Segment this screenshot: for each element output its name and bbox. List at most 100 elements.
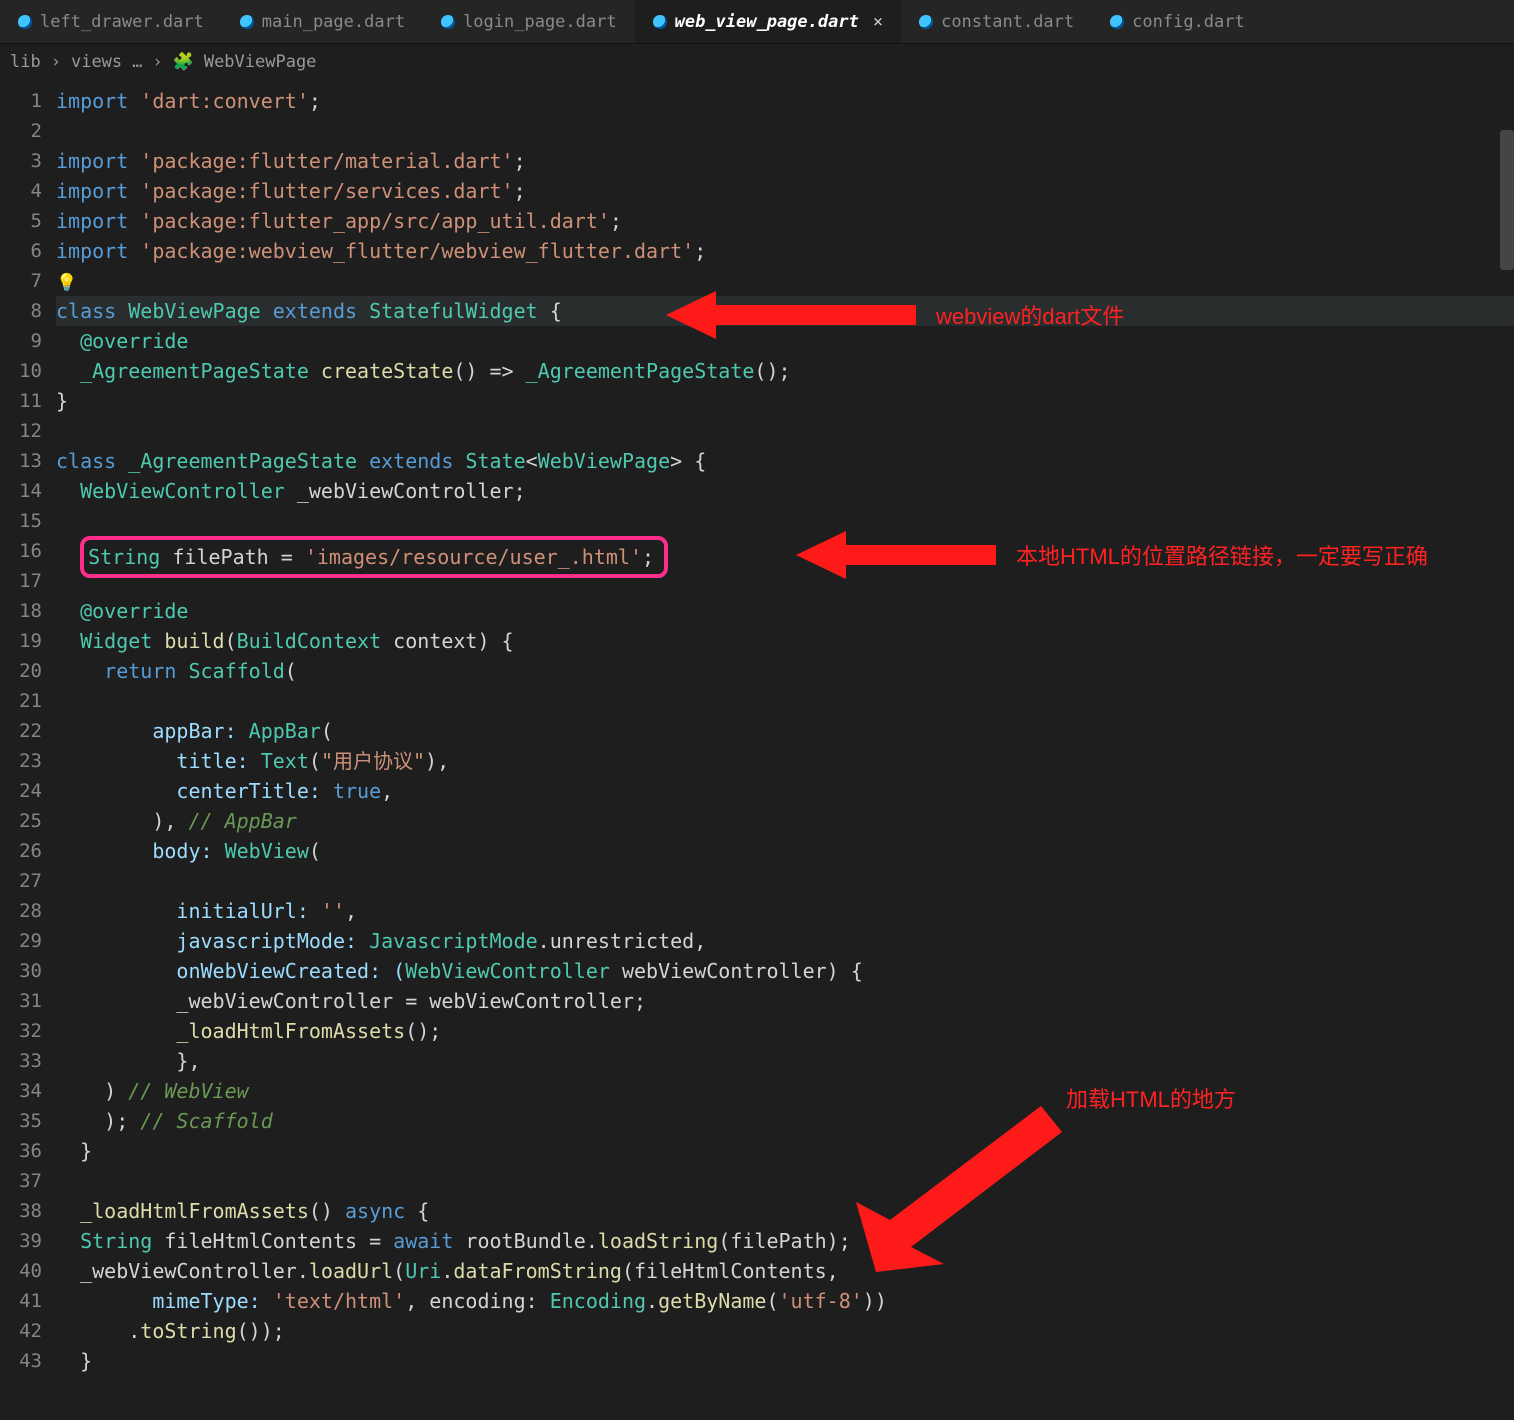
tab-label: main_page.dart [262, 12, 405, 32]
line-number: 36 [0, 1136, 56, 1166]
editor[interactable]: 1234567891011121314151617181920212223242… [0, 80, 1514, 1420]
code-line: class WebViewPage extends StatefulWidget… [56, 296, 1514, 326]
code-line: } [56, 386, 1514, 416]
line-number: 20 [0, 656, 56, 686]
code-line: return Scaffold( [56, 656, 1514, 686]
code-line [56, 1166, 1514, 1196]
tab-web-view-page[interactable]: web_view_page.dart × [635, 0, 901, 43]
line-number: 4 [0, 176, 56, 206]
code-line [56, 506, 1514, 536]
code-line: .toString()); [56, 1316, 1514, 1346]
dart-icon [18, 15, 32, 29]
tab-main-page[interactable]: main_page.dart [222, 0, 423, 43]
code-line: WebViewController _webViewController; [56, 476, 1514, 506]
breadcrumb[interactable]: lib › views … › 🧩 WebViewPage [0, 44, 1514, 80]
chevron-right-icon: › [152, 52, 162, 72]
crumb-ellipsis: … [132, 52, 142, 72]
highlight-box: String filePath = 'images/resource/user_… [80, 536, 668, 578]
line-number: 1 [0, 86, 56, 116]
code-line: _AgreementPageState createState() => _Ag… [56, 356, 1514, 386]
line-number: 38 [0, 1196, 56, 1226]
line-number: 6 [0, 236, 56, 266]
line-number: 32 [0, 1016, 56, 1046]
code-line: javascriptMode: JavascriptMode.unrestric… [56, 926, 1514, 956]
line-number: 9 [0, 326, 56, 356]
line-number: 25 [0, 806, 56, 836]
line-number: 21 [0, 686, 56, 716]
scrollbar-thumb[interactable] [1500, 130, 1514, 270]
code-line: body: WebView( [56, 836, 1514, 866]
tab-label: config.dart [1132, 12, 1245, 32]
tab-config[interactable]: config.dart [1092, 0, 1263, 43]
code-line: } [56, 1346, 1514, 1376]
line-number-gutter: 1234567891011121314151617181920212223242… [0, 80, 56, 1420]
code-line-highlighted: String filePath = 'images/resource/user_… [56, 536, 1514, 566]
tab-left-drawer[interactable]: left_drawer.dart [0, 0, 222, 43]
code-line: initialUrl: '', [56, 896, 1514, 926]
code-line: title: Text("用户协议"), [56, 746, 1514, 776]
tab-label: left_drawer.dart [40, 12, 204, 32]
code-line: _webViewController.loadUrl(Uri.dataFromS… [56, 1256, 1514, 1286]
tab-label: constant.dart [941, 12, 1074, 32]
code-line: import 'package:webview_flutter/webview_… [56, 236, 1514, 266]
editor-tabs: left_drawer.dart main_page.dart login_pa… [0, 0, 1514, 44]
code-line: String fileHtmlContents = await rootBund… [56, 1226, 1514, 1256]
line-number: 28 [0, 896, 56, 926]
line-number: 29 [0, 926, 56, 956]
code-line [56, 116, 1514, 146]
code-line: centerTitle: true, [56, 776, 1514, 806]
code-area[interactable]: webview的dart文件 本地HTML的位置路径链接，一定要写正确 加载HT… [56, 80, 1514, 1420]
line-number: 33 [0, 1046, 56, 1076]
tab-login-page[interactable]: login_page.dart [423, 0, 635, 43]
code-line [56, 686, 1514, 716]
dart-icon [1110, 15, 1124, 29]
line-number: 23 [0, 746, 56, 776]
line-number: 41 [0, 1286, 56, 1316]
line-number: 26 [0, 836, 56, 866]
code-line: 💡 [56, 266, 1514, 296]
dart-icon [441, 15, 455, 29]
code-line: import 'package:flutter/material.dart'; [56, 146, 1514, 176]
code-line: import 'dart:convert'; [56, 86, 1514, 116]
crumb-class: WebViewPage [204, 52, 317, 72]
code-line: _loadHtmlFromAssets(); [56, 1016, 1514, 1046]
class-icon: 🧩 [173, 52, 194, 72]
line-number: 43 [0, 1346, 56, 1376]
code-line: class _AgreementPageState extends State<… [56, 446, 1514, 476]
line-number: 16 [0, 536, 56, 566]
line-number: 7 [0, 266, 56, 296]
code-line: _loadHtmlFromAssets() async { [56, 1196, 1514, 1226]
code-line: _webViewController = webViewController; [56, 986, 1514, 1016]
code-line: onWebViewCreated: (WebViewController web… [56, 956, 1514, 986]
crumb-folder: views [71, 52, 122, 72]
line-number: 31 [0, 986, 56, 1016]
code-line: mimeType: 'text/html', encoding: Encodin… [56, 1286, 1514, 1316]
line-number: 37 [0, 1166, 56, 1196]
tab-constant[interactable]: constant.dart [901, 0, 1092, 43]
line-number: 35 [0, 1106, 56, 1136]
line-number: 12 [0, 416, 56, 446]
line-number: 27 [0, 866, 56, 896]
code-line: appBar: AppBar( [56, 716, 1514, 746]
code-line: @override [56, 326, 1514, 356]
line-number: 18 [0, 596, 56, 626]
line-number: 14 [0, 476, 56, 506]
line-number: 15 [0, 506, 56, 536]
tab-label: web_view_page.dart [675, 12, 859, 32]
line-number: 42 [0, 1316, 56, 1346]
code-line: Widget build(BuildContext context) { [56, 626, 1514, 656]
dart-icon [653, 15, 667, 29]
code-line: import 'package:flutter/services.dart'; [56, 176, 1514, 206]
code-line: ); // Scaffold [56, 1106, 1514, 1136]
line-number: 30 [0, 956, 56, 986]
line-number: 40 [0, 1256, 56, 1286]
line-number: 17 [0, 566, 56, 596]
line-number: 19 [0, 626, 56, 656]
line-number: 5 [0, 206, 56, 236]
line-number: 3 [0, 146, 56, 176]
line-number: 11 [0, 386, 56, 416]
code-line [56, 866, 1514, 896]
code-line: @override [56, 596, 1514, 626]
dart-icon [919, 15, 933, 29]
close-icon[interactable]: × [873, 12, 883, 32]
